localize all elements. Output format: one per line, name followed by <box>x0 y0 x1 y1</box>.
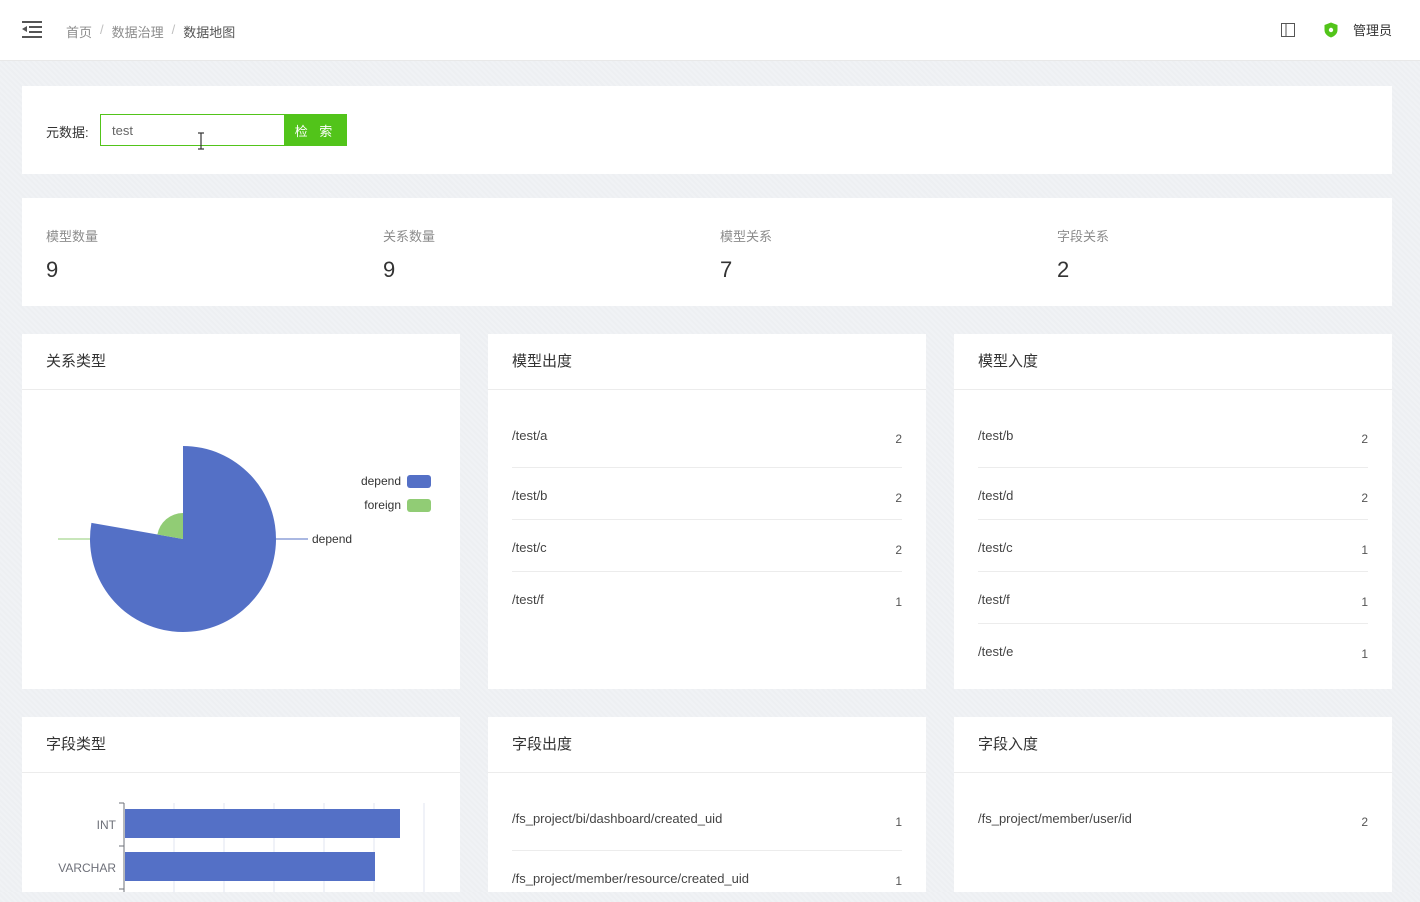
legend-depend-swatch[interactable] <box>407 475 431 488</box>
item-count: 1 <box>895 874 902 888</box>
item-name: /test/b <box>512 488 548 503</box>
list-item[interactable]: /test/b 2 <box>512 468 902 520</box>
model-out-list: /test/a 2 /test/b 2 /test/c 2 /test/f 1 <box>488 390 926 623</box>
breadcrumb: 首页 / 数据治理 / 数据地图 <box>66 22 235 41</box>
item-count: 2 <box>895 491 902 505</box>
layout-icon[interactable] <box>1280 22 1295 37</box>
list-item[interactable]: /fs_project/bi/dashboard/created_uid 1 <box>512 799 902 851</box>
panel-title: 字段出度 <box>488 717 926 773</box>
depend-slice-label: depend <box>312 532 352 546</box>
item-count: 1 <box>1361 647 1368 661</box>
shield-icon <box>1324 22 1338 37</box>
item-count: 1 <box>895 815 902 829</box>
stat-value: 9 <box>46 257 59 282</box>
item-name: /test/c <box>978 540 1013 555</box>
item-name: /test/d <box>978 488 1014 503</box>
search-card: 元数据: 检 索 <box>22 86 1392 174</box>
stat-value: 7 <box>720 257 733 282</box>
category-label-varchar: VARCHAR <box>58 861 116 875</box>
item-count: 1 <box>1361 543 1368 557</box>
list-item[interactable]: /fs_project/member/user/id 2 <box>978 799 1368 850</box>
field-in-panel: 字段入度 /fs_project/member/user/id 2 <box>954 717 1392 892</box>
search-label: 元数据: <box>46 125 89 140</box>
item-count: 2 <box>1361 432 1368 446</box>
item-count: 2 <box>895 543 902 557</box>
stat-label: 模型数量 <box>46 229 99 244</box>
search-button[interactable]: 检 索 <box>284 114 347 146</box>
breadcrumb-data-governance[interactable]: 数据治理 <box>112 22 164 41</box>
list-item[interactable]: /test/d 2 <box>978 468 1368 520</box>
stat-model-relation: 模型关系 7 <box>720 226 772 283</box>
panel-title: 字段入度 <box>954 717 1392 773</box>
bar-varchar[interactable] <box>125 852 375 881</box>
stat-field-relation: 字段关系 2 <box>1057 226 1109 283</box>
list-item[interactable]: /test/c 2 <box>512 520 902 572</box>
stat-label: 关系数量 <box>383 229 436 244</box>
item-count: 2 <box>895 432 902 446</box>
list-item[interactable]: /test/a 2 <box>512 416 902 468</box>
stat-model-count: 模型数量 9 <box>46 226 98 283</box>
field-type-chart: INT VARCHAR <box>58 802 425 892</box>
menu-fold-icon[interactable] <box>22 20 42 38</box>
metadata-search-input[interactable] <box>100 114 284 146</box>
breadcrumb-separator: / <box>100 22 104 37</box>
panel-title: 模型出度 <box>488 334 926 390</box>
top-right-actions: 管理员 <box>1280 20 1392 39</box>
item-name: /fs_project/member/user/id <box>978 811 1132 826</box>
panel-title: 模型入度 <box>954 334 1392 390</box>
breadcrumb-current: 数据地图 <box>183 25 236 40</box>
item-name: /test/f <box>978 592 1010 607</box>
stat-relation-count: 关系数量 9 <box>383 226 435 283</box>
item-count: 1 <box>1361 595 1368 609</box>
item-name: /test/e <box>978 644 1014 659</box>
list-item[interactable]: /test/f 1 <box>512 572 902 623</box>
list-item[interactable]: /test/f 1 <box>978 572 1368 624</box>
list-item[interactable]: /test/b 2 <box>978 416 1368 468</box>
relation-type-panel: 关系类型 depend foreign depend <box>22 334 460 689</box>
item-name: /fs_project/bi/dashboard/created_uid <box>512 811 723 826</box>
stat-value: 2 <box>1057 257 1070 282</box>
relation-type-chart: depend foreign depend <box>58 446 431 632</box>
item-count: 2 <box>1361 815 1368 829</box>
stat-label: 字段关系 <box>1057 229 1110 244</box>
user-name[interactable]: 管理员 <box>1353 20 1392 39</box>
pie-slice-foreign[interactable] <box>157 513 183 539</box>
item-name: /test/a <box>512 428 548 443</box>
item-name: /test/b <box>978 428 1014 443</box>
model-in-list: /test/b 2 /test/d 2 /test/c 1 /test/f 1 /tes… <box>954 390 1392 675</box>
panel-title: 字段类型 <box>22 717 460 773</box>
field-in-list: /fs_project/member/user/id 2 <box>954 773 1392 850</box>
model-in-panel: 模型入度 /test/b 2 /test/d 2 /test/c 1 /test/f 1… <box>954 334 1392 689</box>
item-name: /test/f <box>512 592 544 607</box>
item-name: /fs_project/member/resource/created_uid <box>512 871 750 886</box>
legend-depend-label: depend <box>361 474 401 488</box>
breadcrumb-separator: / <box>171 22 176 37</box>
breadcrumb-home[interactable]: 首页 <box>66 22 92 41</box>
list-item[interactable]: /test/c 1 <box>978 520 1368 572</box>
panel-title: 关系类型 <box>22 334 460 390</box>
stats-card: 模型数量 9 关系数量 9 模型关系 7 字段关系 2 <box>22 198 1392 306</box>
item-name: /test/c <box>512 540 547 555</box>
top-bar: 首页 / 数据治理 / 数据地图 管理员 <box>0 0 1420 61</box>
field-out-list: /fs_project/bi/dashboard/created_uid 1 /f… <box>488 773 926 902</box>
legend-foreign-swatch[interactable] <box>407 499 431 512</box>
model-out-panel: 模型出度 /test/a 2 /test/b 2 /test/c 2 /test/f 1 <box>488 334 926 689</box>
list-item[interactable]: /fs_project/member/resource/created_uid 1 <box>512 851 902 902</box>
stat-value: 9 <box>383 257 396 282</box>
field-out-panel: 字段出度 /fs_project/bi/dashboard/created_ui… <box>488 717 926 892</box>
list-item[interactable]: /test/e 1 <box>978 624 1368 675</box>
field-type-panel: 字段类型 INT VARCHAR <box>22 717 460 892</box>
item-count: 2 <box>1361 491 1368 505</box>
text-cursor-icon <box>198 132 204 150</box>
category-label-int: INT <box>97 818 117 832</box>
stat-label: 模型关系 <box>720 229 773 244</box>
legend-foreign-label: foreign <box>364 498 401 512</box>
bar-int[interactable] <box>125 809 400 838</box>
item-count: 1 <box>895 595 902 609</box>
